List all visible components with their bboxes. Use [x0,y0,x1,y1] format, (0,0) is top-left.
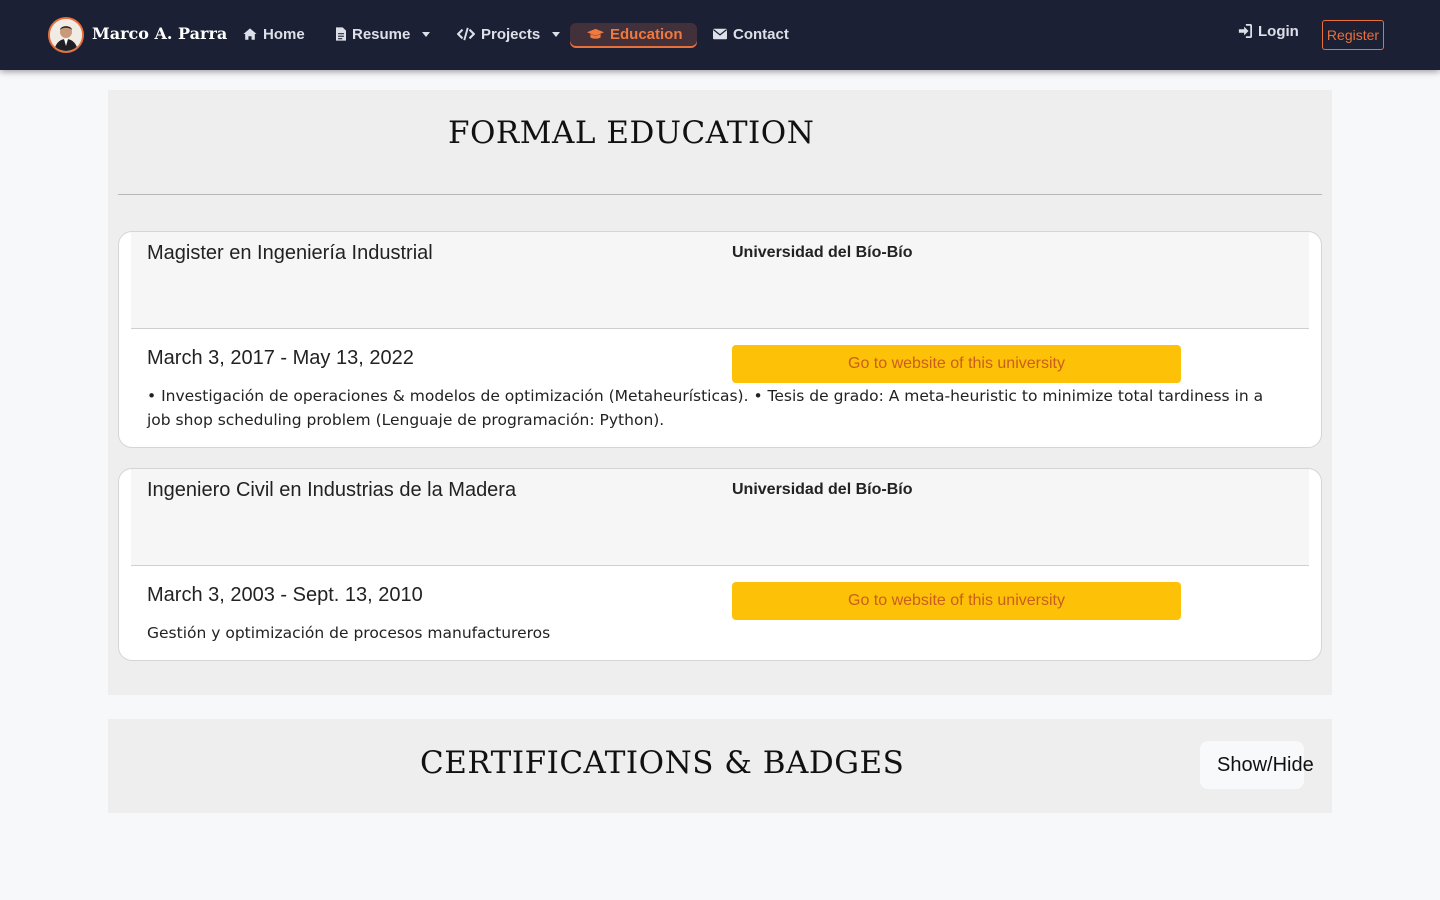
code-icon [457,27,475,41]
university-name: Universidad del Bío-Bío [732,244,913,261]
login-link[interactable]: Login [1238,21,1299,41]
top-navbar: Marco A. Parra Home Resume Projects Educ… [0,0,1440,70]
university-website-button[interactable]: Go to website of this university [732,582,1181,620]
nav-home-label: Home [263,25,305,43]
education-section: FORMAL EDUCATION Magister en Ingeniería … [108,90,1332,695]
sign-in-icon [1238,24,1252,38]
file-icon [336,27,346,41]
nav-projects-label: Projects [481,25,541,43]
nav-resume-label: Resume [352,25,411,43]
education-description: • Investigación de operaciones & modelos… [147,387,1264,429]
education-description: Gestión y optimización de procesos manuf… [147,624,551,642]
education-card: Ingeniero Civil en Industrias de la Made… [118,468,1322,661]
degree-title: Ingeniero Civil en Industrias de la Made… [147,479,517,501]
chevron-down-icon [552,31,561,37]
show-hide-button[interactable]: Show/Hide [1200,741,1314,789]
education-card: Magister en Ingeniería Industrial Univer… [118,231,1322,448]
login-label: Login [1258,22,1299,40]
section-title: CERTIFICATIONS & BADGES [420,745,905,781]
section-title: FORMAL EDUCATION [448,115,815,151]
profile-avatar[interactable] [48,17,84,53]
nav-projects[interactable]: Projects [457,24,561,44]
divider [118,194,1322,195]
nav-contact-label: Contact [733,25,789,43]
university-name: Universidad del Bío-Bío [732,481,913,498]
nav-education-label: Education [610,25,683,43]
date-range: March 3, 2017 - May 13, 2022 [147,347,414,369]
date-range: March 3, 2003 - Sept. 13, 2010 [147,584,423,606]
chevron-down-icon [422,31,431,37]
nav-resume[interactable]: Resume [336,24,431,44]
university-website-button[interactable]: Go to website of this university [732,345,1181,383]
nav-contact[interactable]: Contact [713,24,789,44]
certifications-section: CERTIFICATIONS & BADGES Show/Hide [108,719,1332,813]
envelope-icon [713,27,727,41]
brand-name[interactable]: Marco A. Parra [92,24,227,43]
degree-title: Magister en Ingeniería Industrial [147,242,433,264]
nav-home[interactable]: Home [243,24,305,44]
register-button[interactable]: Register [1322,20,1384,50]
graduation-cap-icon [587,27,604,41]
home-icon [243,27,257,41]
nav-education[interactable]: Education [587,24,683,44]
